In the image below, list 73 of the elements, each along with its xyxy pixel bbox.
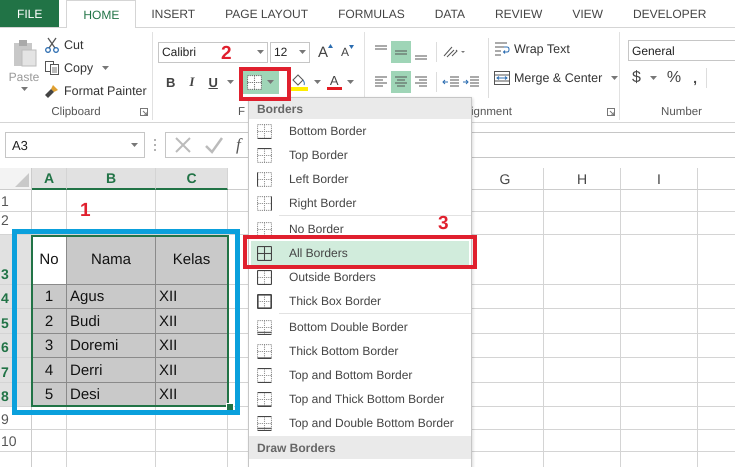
percent-button[interactable]: % (662, 69, 686, 87)
wrap-text-button[interactable]: Wrap Text (494, 38, 618, 59)
table-cell: XII (156, 358, 228, 383)
ribbon-tab[interactable]: DEVELOPER (618, 0, 722, 27)
grow-font-button[interactable]: A (314, 44, 338, 60)
table-cell: XII (156, 383, 228, 407)
column-header[interactable]: H (544, 168, 621, 190)
step-number: 3 (438, 213, 449, 235)
table-cell: 1 (32, 285, 67, 309)
menu-item[interactable]: Thick Box Border (251, 289, 390, 313)
ribbon-tab[interactable]: HOME (66, 0, 136, 28)
ribbon-tab[interactable]: FORMULAS (323, 0, 420, 27)
font-color-button[interactable]: A (326, 74, 342, 90)
menu-item[interactable]: Top and Double Bottom Border (251, 411, 462, 435)
menu-item[interactable]: All Borders (251, 241, 469, 265)
table-cell: 4 (32, 358, 67, 383)
table-cell: Desi (67, 383, 156, 407)
menu-item[interactable]: Top and Thick Bottom Border (251, 387, 452, 411)
menu-item[interactable]: Thick Bottom Border (251, 339, 406, 363)
ribbon-tab[interactable]: VIEW (557, 0, 618, 27)
shrink-font-button[interactable]: A (337, 45, 358, 59)
cut-button[interactable]: Cut (44, 34, 147, 55)
group-label: Clipboard (51, 106, 101, 118)
row-header[interactable]: 9 (0, 407, 32, 430)
menu-item[interactable]: Top and Bottom Border (251, 363, 420, 387)
table-cell: XII (156, 285, 228, 309)
format-painter-button[interactable]: Format Painter (44, 80, 147, 101)
table-cell: 3 (32, 334, 67, 358)
group-label: Number (661, 106, 702, 118)
column-header[interactable]: A (32, 168, 67, 190)
table-cell: Agus (67, 285, 156, 309)
table-cell: Budi (67, 309, 156, 334)
step-number: 1 (80, 200, 91, 222)
font-size-dropdown[interactable]: 12 (270, 42, 310, 62)
table-cell: Doremi (67, 334, 156, 358)
ribbon-tab[interactable]: INSERT (136, 0, 210, 27)
menu-item[interactable]: Outside Borders (251, 265, 384, 289)
menu-item[interactable]: Left Border (251, 167, 356, 191)
group-label: F (238, 106, 246, 118)
table-cell: XII (156, 309, 228, 334)
italic-button[interactable]: I (185, 74, 198, 90)
menu-item[interactable]: No Border (251, 217, 352, 241)
comma-style-button[interactable]: , (689, 70, 702, 86)
merge-center-button[interactable]: Merge & Center (494, 67, 618, 88)
table-cell: XII (156, 334, 228, 358)
currency-button[interactable]: $ (628, 69, 645, 87)
table-cell: Kelas (156, 235, 228, 285)
ribbon-tab[interactable]: PAGE LAYOUT (210, 0, 324, 27)
file-tab[interactable]: FILE (0, 0, 60, 27)
insert-function-button[interactable]: f (236, 135, 241, 155)
bold-button[interactable]: B (162, 74, 180, 90)
menu-item[interactable]: Right Border (251, 191, 364, 215)
table-cell: Nama (67, 235, 156, 285)
number-format-dropdown[interactable]: General (628, 40, 735, 61)
menu-heading: Borders (249, 98, 471, 119)
table-cell: 2 (32, 309, 67, 334)
row-header[interactable]: 1 (0, 190, 32, 212)
menu-item[interactable]: Bottom Double Border (251, 315, 416, 339)
column-header[interactable]: C (156, 168, 228, 190)
menu-item[interactable]: Bottom Border (251, 119, 374, 143)
ribbon-tab[interactable]: DATA (420, 0, 480, 27)
column-header[interactable]: B (67, 168, 156, 190)
underline-button[interactable]: U (204, 74, 222, 90)
row-header[interactable]: 10 (0, 430, 32, 452)
table-cell: Derri (67, 358, 156, 383)
name-box[interactable]: A3 (5, 132, 145, 158)
step-number: 2 (221, 43, 232, 65)
copy-button[interactable]: Copy (44, 57, 147, 78)
group-label: ignment (471, 106, 512, 118)
menu-item[interactable]: Top Border (251, 143, 356, 167)
menu-heading: Draw Borders (249, 436, 471, 459)
ribbon-tab[interactable]: REVIEW (480, 0, 558, 27)
column-header[interactable]: I (621, 168, 698, 190)
